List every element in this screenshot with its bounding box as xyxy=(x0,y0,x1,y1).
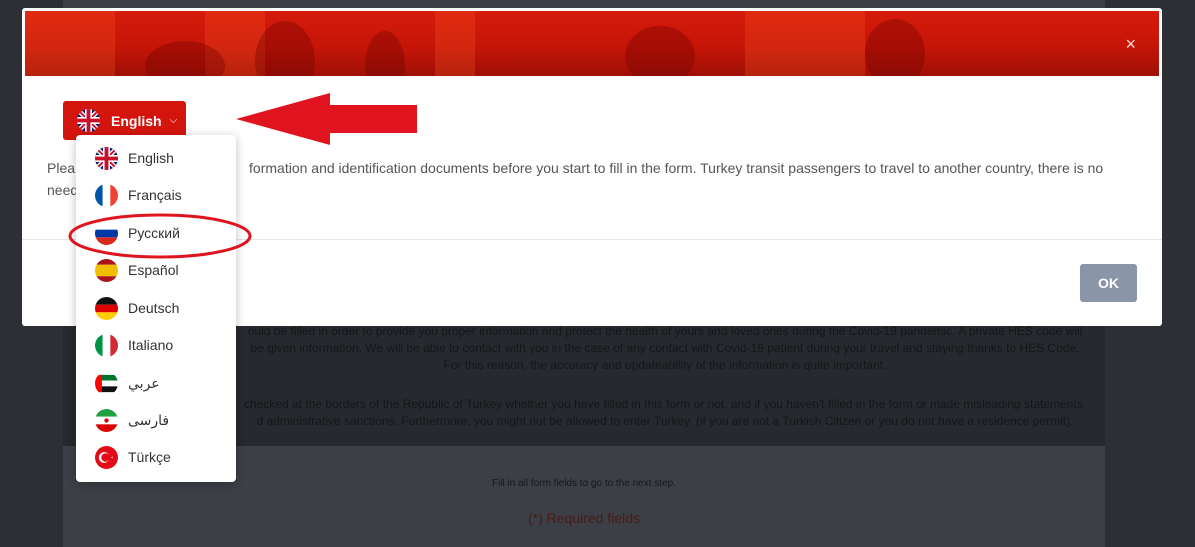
modal-banner-image xyxy=(25,11,1159,76)
france-flag-icon xyxy=(95,183,118,207)
language-option-german[interactable]: Deutsch xyxy=(76,292,236,324)
ok-button[interactable]: OK xyxy=(1080,264,1137,302)
language-button-label: English xyxy=(111,112,162,129)
language-option-label: Français xyxy=(128,187,182,203)
language-option-french[interactable]: Français xyxy=(76,179,236,211)
language-option-label: Italiano xyxy=(128,337,174,353)
chevron-down-icon: ⌵ xyxy=(169,115,178,126)
language-option-label: Deutsch xyxy=(128,300,180,316)
background-paragraph-1: ould be filled in order to provide you p… xyxy=(247,324,1083,372)
language-option-label: فارسی xyxy=(128,411,170,428)
turkey-flag-icon xyxy=(95,445,118,469)
uk-flag-icon xyxy=(77,109,100,132)
required-fields-note: (*) Required fields xyxy=(527,510,641,526)
iran-flag-icon xyxy=(95,408,118,432)
language-option-arabic[interactable]: عربي xyxy=(76,367,236,399)
uk-flag-icon xyxy=(95,146,118,170)
language-option-turkish[interactable]: Türkçe xyxy=(76,441,236,473)
instructions-line2-start: need xyxy=(47,182,79,198)
language-option-italian[interactable]: Italiano xyxy=(76,329,236,361)
instructions-line1-rest: formation and identification documents b… xyxy=(249,160,1104,176)
germany-flag-icon xyxy=(95,296,118,320)
instructions-line1-start: Plea xyxy=(47,160,76,176)
uae-flag-icon xyxy=(95,372,118,395)
language-dropdown-menu: English Français Русский Español Deutsch… xyxy=(76,135,236,482)
language-option-persian[interactable]: فارسی xyxy=(76,404,236,436)
close-icon[interactable]: × xyxy=(1125,35,1136,53)
language-option-english[interactable]: English xyxy=(76,142,236,174)
language-option-label: Español xyxy=(128,262,179,278)
annotation-arrow xyxy=(236,93,417,145)
language-option-label: عربي xyxy=(128,374,160,391)
italy-flag-icon xyxy=(95,333,118,357)
annotation-highlight-ellipse xyxy=(68,213,252,259)
language-option-label: English xyxy=(128,150,174,166)
background-paragraph-2: checked at the borders of the Republic o… xyxy=(243,397,1087,428)
language-option-label: Türkçe xyxy=(128,449,171,465)
